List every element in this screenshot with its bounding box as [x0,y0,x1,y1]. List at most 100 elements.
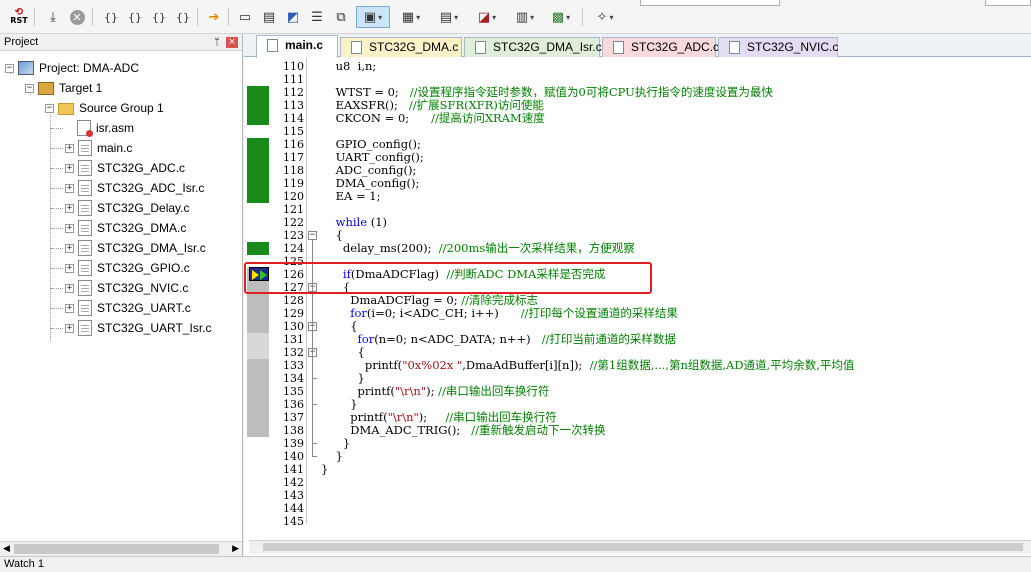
analysis-icon[interactable]: ◪ ▾ [470,6,504,28]
collapse-toggle[interactable]: − [45,103,54,113]
expand-toggle[interactable]: + [65,143,74,153]
tree-file[interactable]: + STC32G_UART_Isr.c [65,318,211,338]
watch-panel-header[interactable]: Watch 1 [0,556,1031,571]
code-line[interactable]: DMA_ADC_TRIG(); //重新触发启动下一次转换 [321,423,605,437]
expand-toggle[interactable]: + [65,183,74,193]
tab-stc32g-dma-isr-c[interactable]: STC32G_DMA_Isr.c [464,37,602,57]
tree-target[interactable]: − Target 1 [25,78,102,98]
code-text: u8 i,n; [321,59,377,73]
trace-icon[interactable]: ▥ ▾ [508,6,542,28]
code-text: } [321,371,365,385]
watch-panel-title: Watch 1 [4,558,44,570]
collapse-toggle[interactable]: − [25,83,34,93]
fold-toggle[interactable]: − [308,231,317,240]
tree-file[interactable]: + STC32G_UART.c [65,298,191,318]
code-line[interactable]: EA = 1; [321,190,381,203]
tree-file[interactable]: + STC32G_ADC.c [65,158,185,178]
expand-toggle[interactable]: + [65,323,74,333]
tree-label: STC32G_ADC.c [97,161,186,175]
expand-toggle[interactable]: + [65,203,74,213]
show-next-statement-icon[interactable]: ➔ [203,6,225,28]
line-number: 110 [283,60,304,73]
line-number: 134 [283,372,304,385]
stop-icon[interactable]: ✕ [66,6,88,28]
tree-label: isr.asm [96,121,135,135]
toolbar-separator [34,8,35,26]
code-line[interactable]: CKCON = 0; //提高访问XRAM速度 [321,112,545,125]
code-line[interactable]: delay_ms(200); //200ms输出一次采样结果，方便观察 [321,242,635,255]
current-line-arrow-icon [249,267,269,281]
step-out-icon[interactable]: {} [148,6,170,28]
code-line[interactable]: for(i=0; i<ADC_CH; i++) //打印每个设置通道的采样结果 [321,307,678,320]
command-window-icon[interactable]: ▭ [234,6,256,28]
system-viewer-icon[interactable]: ▩ ▾ [544,6,578,28]
collapse-toggle[interactable]: − [5,63,14,73]
expand-toggle[interactable]: + [65,163,74,173]
tree-file[interactable]: isr.asm [77,118,134,138]
scroll-right-icon[interactable]: ▶ [232,543,239,554]
symbols-icon[interactable]: ◩ [282,6,304,28]
close-icon[interactable]: × [226,37,238,48]
code-line[interactable]: } [321,463,328,476]
coverage-mark-executed [247,177,269,190]
download-icon[interactable]: ⤓ [42,6,64,28]
tree-file[interactable]: + STC32G_DMA_Isr.c [65,238,206,258]
fold-guide [312,357,313,379]
code-line[interactable]: printf("0x%02x ",DmaAdBuffer[i][n]); //第… [321,358,855,372]
highlight-box [244,262,652,294]
line-number: 128 [283,294,304,307]
expand-toggle[interactable]: + [65,223,74,233]
run-to-cursor-icon[interactable]: {} [172,6,194,28]
tree-file[interactable]: + STC32G_ADC_Isr.c [65,178,204,198]
rst-icon[interactable]: ⟲ RST [8,6,30,28]
expand-toggle[interactable]: + [65,263,74,273]
tree-file[interactable]: + STC32G_NVIC.c [65,278,188,298]
tab-stc32g-nvic-c[interactable]: STC32G_NVIC.c [718,37,838,57]
top-edge-box [640,0,780,6]
registers-icon[interactable]: ☰ [306,6,328,28]
tree-file[interactable]: + STC32G_GPIO.c [65,258,190,278]
editor-horizontal-scrollbar[interactable] [249,540,1031,554]
c-file-icon [78,260,92,276]
c-file-icon [78,220,92,236]
coverage-mark-executed [247,86,269,99]
tree-file[interactable]: + STC32G_Delay.c [65,198,189,218]
tab-stc32g-dma-c[interactable]: STC32G_DMA.c [340,37,462,57]
project-horizontal-scrollbar[interactable]: ◀ ▶ [0,541,242,556]
disassembly-icon[interactable]: ▤ [258,6,280,28]
c-file-icon [78,320,92,336]
code-text: DMA_ADC_TRIG(); [321,423,472,437]
expand-toggle[interactable]: + [65,243,74,253]
pin-icon[interactable]: ᛘ [214,34,220,51]
code-line[interactable]: u8 i,n; [321,59,377,73]
coverage-mark-not-executed [247,385,269,398]
code-text: ,DmaAdBuffer[i][n]); [462,358,590,372]
expand-toggle[interactable]: + [65,283,74,293]
toolbar-separator [92,8,93,26]
coverage-mark-executed [247,138,269,151]
code-text: delay_ms(200); [321,241,439,255]
toolbox-icon[interactable]: ✧ ▾ [588,6,622,28]
tree-file[interactable]: + STC32G_DMA.c [65,218,186,238]
code-text: GPIO_config(); [321,137,421,151]
call-stack-icon[interactable]: ⧉ [330,6,352,28]
step-over-icon[interactable]: {} [124,6,146,28]
tree-source-group[interactable]: − Source Group 1 [45,98,164,118]
serial-icon[interactable]: ▤ ▾ [432,6,466,28]
step-into-icon[interactable]: {} [100,6,122,28]
tree-project-root[interactable]: − Project: DMA-ADC [5,58,139,78]
line-number: 121 [283,203,304,216]
memory-icon[interactable]: ▦ ▾ [394,6,428,28]
code-comment: //串口输出回车换行符 [445,410,557,424]
scroll-thumb[interactable] [263,543,1023,551]
code-line[interactable]: for(n=0; n<ADC_DATA; n++) //打印当前通道的采样数据 [321,333,676,346]
tab-stc32g-adc-c[interactable]: STC32G_ADC.c [602,37,719,57]
scroll-thumb[interactable] [14,544,219,554]
scroll-left-icon[interactable]: ◀ [3,543,10,554]
folder-icon [58,102,74,115]
tree-file[interactable]: + main.c [65,138,132,158]
file-tab-icon [475,41,486,54]
watch-icon[interactable]: ▣ ▾ [356,6,390,28]
tab-main-c[interactable]: main.c [256,35,338,58]
expand-toggle[interactable]: + [65,303,74,313]
